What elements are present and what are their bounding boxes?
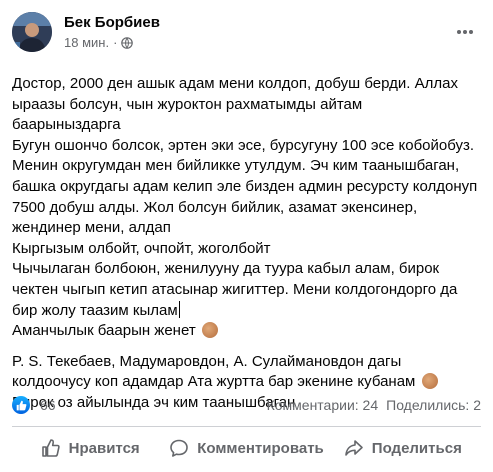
like-button[interactable]: Нравится [12, 430, 168, 466]
post-meta: 18 мин. · [64, 35, 134, 50]
post-header: Бек Борбиев 18 мин. · [12, 8, 481, 60]
divider [12, 426, 481, 427]
post-paragraph: Бугун ошончо болсок, эртен эки эсе, бурс… [12, 136, 475, 154]
post-time[interactable]: 18 мин. [64, 35, 109, 50]
post-text: Достор, 2000 ден ашык адам мени колдоп, … [12, 74, 483, 414]
author-name[interactable]: Бек Борбиев [64, 14, 160, 31]
like-label: Нравится [68, 439, 140, 457]
post-paragraph: Достор, 2000 ден ашык адам мени колдоп, … [12, 75, 463, 134]
post-actions: Нравится Комментировать Поделиться [12, 430, 481, 466]
emoji-fist-icon [421, 373, 438, 390]
post-paragraph: P. S. Текебаев, Мадумаровдон, А. Сулайма… [12, 352, 416, 391]
post-paragraph: Менин округумдан мен бийликке утулдум. Э… [12, 157, 482, 237]
post-stats: 66 Комментарии: 24 Поделились: 2 [12, 396, 481, 416]
like-count[interactable]: 66 [40, 397, 56, 413]
comment-label: Комментировать [197, 439, 324, 457]
emoji-fist-icon [201, 322, 218, 339]
comment-button[interactable]: Комментировать [168, 430, 324, 466]
post-paragraph-wrap: Чычылаган болбоюн, женилууну да туура ка… [12, 259, 483, 321]
post-paragraph: Кыргызым олбойт, очпойт, жоголбойт [12, 239, 271, 257]
share-icon [344, 440, 363, 456]
post-paragraph-wrap: Аманчылык баарын женет [12, 321, 483, 342]
more-options-icon[interactable] [453, 20, 477, 44]
avatar[interactable] [12, 12, 52, 52]
stats-right: Комментарии: 24 Поделились: 2 [267, 397, 481, 413]
post-paragraph: Чычылаган болбоюн, женилууну да туура ка… [12, 260, 462, 319]
meta-separator: · [113, 35, 118, 50]
like-icon [41, 439, 60, 457]
comment-icon [170, 439, 189, 457]
facebook-post: Бек Борбиев 18 мин. · Достор, 2000 ден а… [0, 0, 493, 472]
globe-icon [121, 36, 134, 49]
comment-count[interactable]: Комментарии: 24 [267, 397, 379, 413]
like-badge-icon[interactable] [12, 396, 30, 414]
share-count[interactable]: Поделились: 2 [386, 397, 481, 413]
post-paragraph: Аманчылык баарын женет [12, 322, 196, 340]
avatar-image [12, 12, 52, 52]
share-button[interactable]: Поделиться [325, 430, 481, 466]
share-label: Поделиться [371, 439, 462, 457]
text-cursor [178, 300, 180, 318]
